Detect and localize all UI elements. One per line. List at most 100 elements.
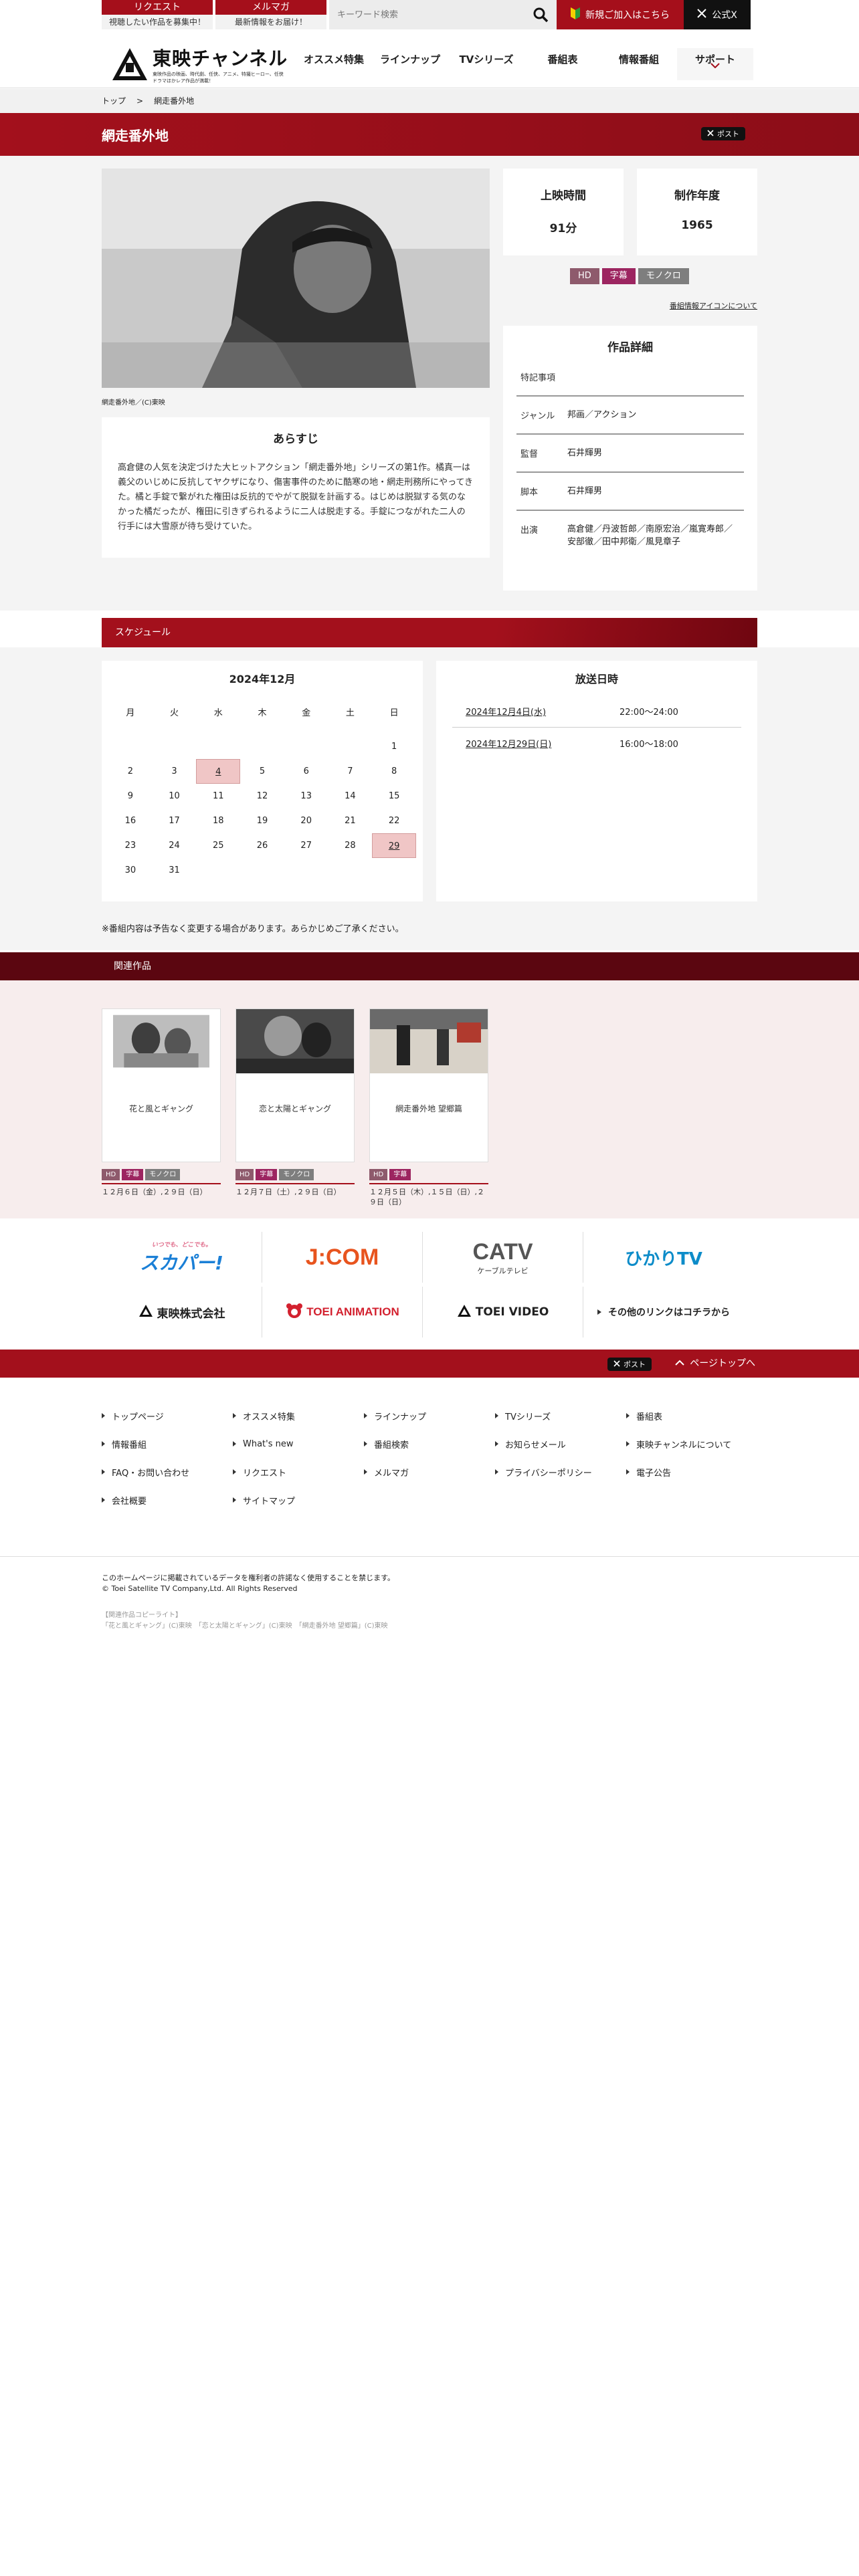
footer-link[interactable]: ラインナップ [364, 1410, 495, 1422]
x-logo-icon [613, 1360, 620, 1369]
footer-link[interactable]: お知らせメール [495, 1438, 626, 1451]
nav-recommend[interactable]: オススメ特集 [296, 48, 372, 80]
footer-link[interactable]: 東映チャンネルについて [626, 1438, 757, 1451]
calendar-day: 25 [213, 841, 224, 851]
x-logo-icon [707, 129, 714, 138]
runtime-value: 91分 [549, 222, 577, 235]
nav-support[interactable]: サポート [677, 48, 753, 80]
badge-hd: HD [570, 268, 599, 284]
footer-link[interactable]: 電子公告 [626, 1466, 757, 1479]
nav-schedule[interactable]: 番組表 [524, 48, 601, 80]
related-card[interactable]: 花と風とギャング HD 字幕 モノクロ １２月６日（金）,２９日（日） [102, 1008, 221, 1197]
related-dates: １２月７日（土）,２９日（日） [235, 1183, 355, 1197]
calendar-day: 20 [300, 816, 312, 826]
global-nav: オススメ特集 ラインナップ TVシリーズ 番組表 情報番組 サポート [296, 48, 753, 80]
site-logo[interactable]: 東映チャンネル 東映作品の映画、時代劇、任侠、アニメ、特撮ヒーロー、任侠ドラマほ… [111, 44, 288, 84]
toei-video-label: TOEI VIDEO [475, 1305, 549, 1319]
calendar: 2024年12月 月火水木金土日 1 2 3 4 5 6 7 8 9 10 11 12 13 14 15 16 1… [102, 661, 423, 901]
footer-link[interactable]: FAQ・お問い合わせ [102, 1466, 233, 1479]
footer-link[interactable]: 番組表 [626, 1410, 757, 1422]
footer-link[interactable]: TVシリーズ [495, 1410, 626, 1422]
calendar-empty-cell [108, 734, 153, 759]
breadcrumb-top[interactable]: トップ [102, 89, 126, 113]
search-input[interactable] [329, 0, 523, 29]
broadcast-date-link[interactable]: 2024年12月4日(水) [466, 705, 619, 718]
x-official-button[interactable]: 公式X [684, 0, 751, 29]
footer-link[interactable]: オススメ特集 [233, 1410, 364, 1422]
toei-triangle-icon [457, 1304, 472, 1321]
x-logo-icon [697, 9, 706, 21]
credits-text: 「花と風とギャング」(C)東映 「恋と太陽とギャング」(C)東映 「網走番外地 … [102, 1622, 388, 1630]
related-card[interactable]: 恋と太陽とギャング HD 字幕 モノクロ １２月７日（土）,２９日（日） [235, 1008, 355, 1197]
search-icon[interactable] [533, 7, 549, 25]
synopsis-box: あらすじ 高倉健の人気を決定づけた大ヒットアクション「網走番外地」シリーズの第1… [102, 417, 490, 558]
related-dates: １２月６日（金）,２９日（日） [102, 1183, 221, 1197]
schedule-note: ※番組内容は予告なく変更する場合があります。あらかじめご了承ください。 [102, 924, 404, 934]
hikari-tv-label: ひかりTV [625, 1249, 702, 1269]
footer-divider [0, 1556, 859, 1557]
footer-link[interactable]: 番組検索 [364, 1438, 495, 1451]
x-post-button[interactable]: ポスト [701, 127, 745, 140]
footer-link[interactable]: メルマガ [364, 1466, 495, 1479]
detail-row: ジャンル 邦画／アクション [516, 397, 744, 435]
partner-logos: いつでも、どこでも。 スカパー! J:COM CATV ケーブルテレビ ひかりT… [0, 1218, 859, 1350]
magazine-label: メルマガ [215, 0, 326, 15]
detail-key: 脚本 [520, 488, 539, 498]
calendar-day: 28 [345, 841, 356, 851]
footer-link[interactable]: 会社概要 [102, 1494, 233, 1507]
toei-animation-mascot-icon [285, 1303, 304, 1322]
request-button[interactable]: リクエスト 視聴したい作品を募集中！ [102, 0, 213, 29]
request-sub: 視聴したい作品を募集中！ [102, 15, 213, 29]
hikari-tv-logo[interactable]: ひかりTV [583, 1232, 744, 1283]
x-post-label: ポスト [624, 1360, 646, 1369]
new-join-button[interactable]: 新規ご加入はこちら [557, 0, 684, 29]
calendar-weekday: 土 [345, 708, 355, 718]
related-title: 恋と太陽とギャング [258, 1104, 331, 1113]
calendar-day-broadcast[interactable]: 29 [372, 833, 416, 858]
toei-animation-logo[interactable]: TOEI ANIMATION [262, 1287, 423, 1337]
nav-lineup[interactable]: ラインナップ [372, 48, 448, 80]
footer-link[interactable]: サイトマップ [233, 1494, 364, 1507]
detail-key: 特記事項 [520, 373, 556, 383]
calendar-empty-cell [240, 858, 284, 883]
catv-sub: ケーブルテレビ [477, 1266, 529, 1275]
details-box: 作品詳細 特記事項 ジャンル 邦画／アクション 監督 石井輝男 脚本 石井輝男 … [503, 326, 757, 591]
footer-link[interactable]: トップページ [102, 1410, 233, 1422]
footer-link[interactable]: プライバシーポリシー [495, 1466, 626, 1479]
calendar-day: 14 [345, 791, 356, 801]
calendar-day-broadcast[interactable]: 4 [196, 759, 241, 784]
footer-link[interactable]: What's new [233, 1438, 364, 1450]
related-header: 関連作品 [0, 952, 859, 980]
calendar-weekday: 水 [213, 708, 223, 718]
calendar-month: 2024年12月 [229, 673, 296, 685]
toei-video-logo[interactable]: TOEI VIDEO [423, 1287, 583, 1337]
skyperfect-logo[interactable]: いつでも、どこでも。 スカパー! [102, 1232, 262, 1283]
catv-logo[interactable]: CATV ケーブルテレビ [423, 1232, 583, 1283]
badge-monochrome: モノクロ [638, 268, 689, 284]
schedule-header: スケジュール [102, 618, 757, 647]
nav-info-programs[interactable]: 情報番組 [601, 48, 677, 80]
calendar-day: 1 [391, 742, 397, 752]
calendar-empty-cell [372, 858, 416, 883]
x-post-button[interactable]: ポスト [607, 1358, 652, 1371]
page-top-link[interactable]: ページトップへ [675, 1356, 755, 1370]
icon-info-link[interactable]: 番組情報アイコンについて [670, 300, 757, 311]
jcom-logo[interactable]: J:COM [262, 1232, 423, 1283]
nav-tv-series[interactable]: TVシリーズ [448, 48, 524, 80]
badge-subtitle: 字幕 [256, 1169, 278, 1180]
broadcast-times: 放送日時 2024年12月4日(水) 22:00〜24:00 2024年12月2… [436, 661, 757, 901]
calendar-weekday: 木 [258, 708, 267, 718]
chevron-down-icon [710, 53, 720, 76]
footer-link[interactable]: 情報番組 [102, 1438, 233, 1451]
other-links-link[interactable]: その他のリンクはコチラから [583, 1287, 744, 1337]
broadcast-date-link[interactable]: 2024年12月29日(日) [466, 737, 619, 750]
magazine-button[interactable]: メルマガ 最新情報をお届け！ [215, 0, 326, 29]
toei-company-logo[interactable]: 東映株式会社 [102, 1287, 262, 1337]
calendar-empty-cell [284, 858, 328, 883]
footer-link[interactable]: リクエスト [233, 1466, 364, 1479]
related-card[interactable]: 網走番外地 望郷篇 HD 字幕 １２月５日（木）,１５日（日）,２９日（日） [369, 1008, 488, 1207]
calendar-empty-cell [153, 734, 197, 759]
logo-tagline: 東映作品の映画、時代劇、任侠、アニメ、特撮ヒーロー、任侠ドラマほかレア作品が満載… [153, 72, 284, 84]
arrow-right-icon [597, 1307, 601, 1317]
calendar-day: 7 [347, 766, 353, 776]
